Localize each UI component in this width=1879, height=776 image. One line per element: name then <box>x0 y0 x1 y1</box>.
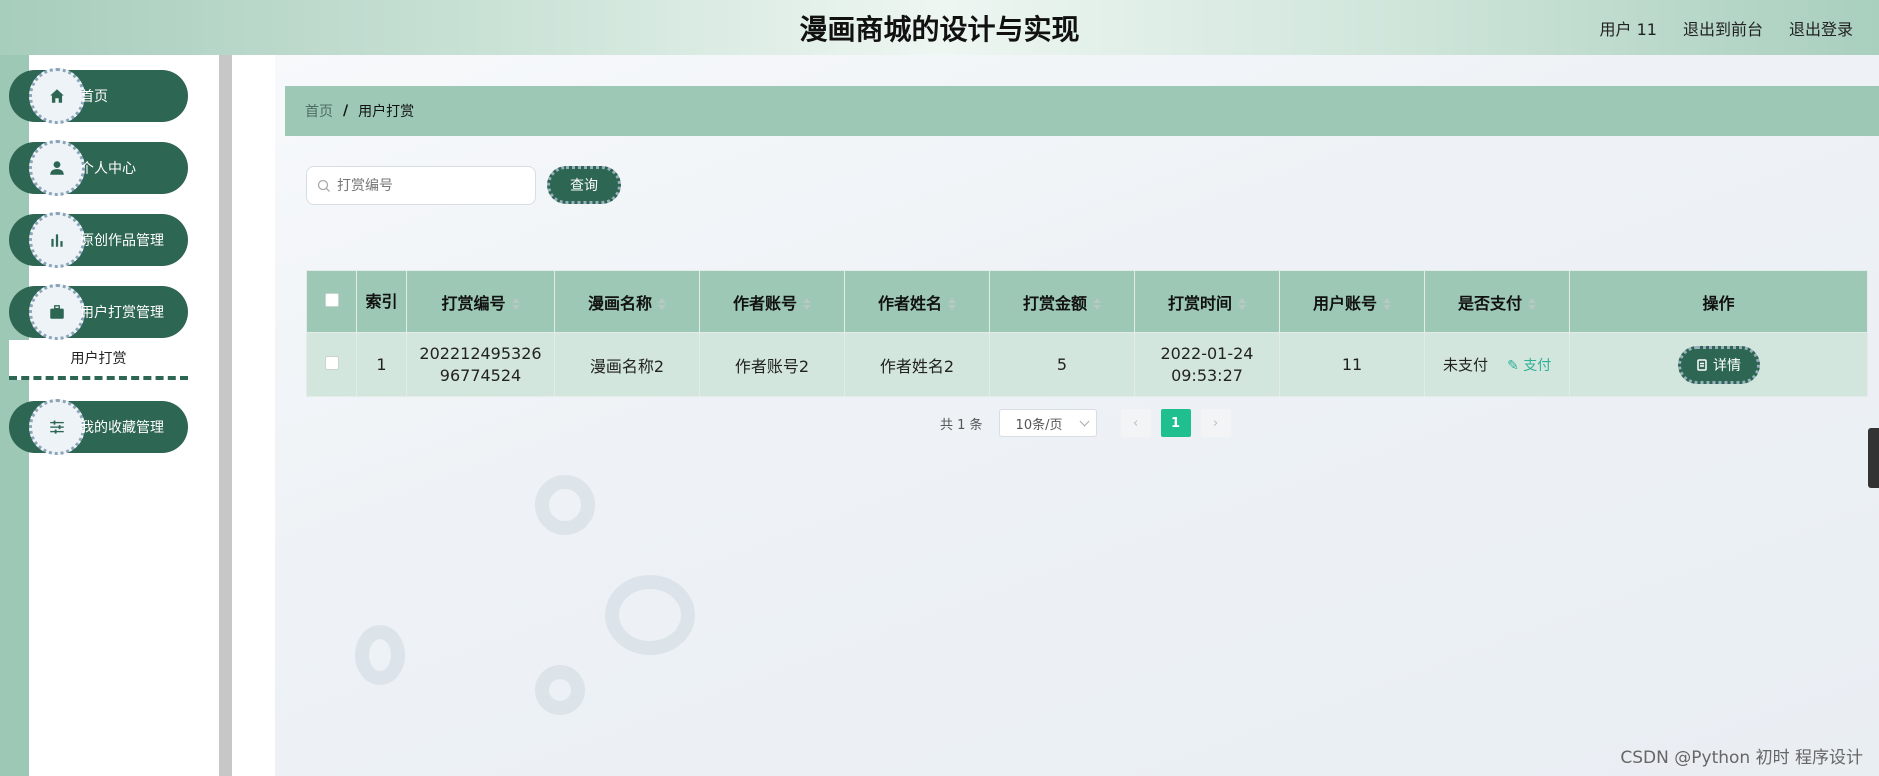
cell-author-name: 作者姓名2 <box>844 332 990 397</box>
briefcase-icon <box>29 284 85 340</box>
detail-button-label: 详情 <box>1713 357 1741 374</box>
breadcrumb-current: 用户打赏 <box>358 104 415 120</box>
table-header-row: 索引 打赏编号 漫画名称 作者账号 作者姓名 打赏金额 打赏时间 用户账号 是否… <box>306 270 1868 333</box>
cell-actions: 详情 <box>1569 332 1868 397</box>
decorative-ring <box>605 575 695 655</box>
row-select-cell <box>306 332 357 397</box>
sidebar-item-label: 用户打赏管理 <box>80 305 164 321</box>
current-user-label: 用户 11 <box>1599 20 1657 39</box>
top-header: 漫画商城的设计与实现 用户 11 退出到前台 退出登录 <box>0 0 1879 55</box>
sort-icon[interactable] <box>1528 298 1536 310</box>
sort-icon[interactable] <box>658 298 666 310</box>
search-button[interactable]: 查询 <box>547 166 621 204</box>
header-links: 用户 11 退出到前台 退出登录 <box>1600 16 1853 40</box>
pay-link-label: 支付 <box>1523 358 1552 374</box>
decorative-ring <box>355 625 405 685</box>
column-header-label: 打赏编号 <box>441 293 506 313</box>
breadcrumb: 首页 / 用户打赏 <box>285 86 1879 136</box>
sidebar-divider <box>219 55 232 776</box>
sort-icon[interactable] <box>511 298 520 310</box>
cell-paid-status: 未支付 ✎ 支付 <box>1424 332 1570 397</box>
sidebar-item-personal-center[interactable]: 个人中心 <box>9 140 188 196</box>
search-field[interactable] <box>306 166 536 205</box>
column-header-reward-time[interactable]: 打赏时间 <box>1134 270 1280 333</box>
cell-index: 1 <box>356 332 407 397</box>
home-icon <box>29 68 85 124</box>
pagination: 共 1 条 10条/页 ‹ 1 › <box>940 409 1231 437</box>
page-size-select[interactable]: 10条/页 <box>998 409 1097 437</box>
search-icon <box>317 179 330 192</box>
column-header-user-account[interactable]: 用户账号 <box>1279 270 1425 333</box>
detail-button[interactable]: 详情 <box>1677 345 1760 384</box>
sidebar-item-user-reward[interactable]: 用户打赏管理 <box>9 284 188 340</box>
column-header-label: 作者姓名 <box>877 293 942 313</box>
sidebar-item-label: 首页 <box>80 89 108 105</box>
column-header-amount[interactable]: 打赏金额 <box>989 270 1135 333</box>
sort-icon[interactable] <box>1383 298 1391 310</box>
column-header-label: 打赏金额 <box>1022 293 1087 313</box>
cell-author-account: 作者账号2 <box>699 332 845 397</box>
cell-reward-no: 20221249532696774524 <box>406 332 555 397</box>
column-header-label: 作者账号 <box>732 293 797 313</box>
column-header-actions: 操作 <box>1569 270 1868 333</box>
paid-status-text: 未支付 <box>1443 356 1489 374</box>
sidebar-item-original-works[interactable]: 原创作品管理 <box>9 212 188 268</box>
breadcrumb-separator: / <box>343 103 349 119</box>
sort-icon[interactable] <box>1238 298 1246 310</box>
table-row: 1 20221249532696774524 漫画名称2 作者账号2 作者姓名2… <box>306 332 1868 397</box>
select-all-header <box>306 270 357 333</box>
sidebar-item-home[interactable]: 首页 <box>9 68 188 124</box>
next-page-button[interactable]: › <box>1200 409 1231 437</box>
page-number-button[interactable]: 1 <box>1160 409 1191 437</box>
sort-icon[interactable] <box>803 298 811 310</box>
cell-comic-name: 漫画名称2 <box>554 332 700 397</box>
watermark: CSDN @Python 初时 程序设计 <box>1620 748 1863 768</box>
sort-icon[interactable] <box>948 298 956 310</box>
column-header-comic-name[interactable]: 漫画名称 <box>554 270 700 333</box>
decorative-ring <box>535 665 585 715</box>
column-header-paid-status[interactable]: 是否支付 <box>1424 270 1570 333</box>
column-header-reward-no[interactable]: 打赏编号 <box>406 270 555 333</box>
sliders-icon <box>29 399 85 455</box>
column-header-author-account[interactable]: 作者账号 <box>699 270 845 333</box>
chevron-left-icon: ‹ <box>1132 415 1139 431</box>
decorative-ring <box>535 475 595 535</box>
column-header-index: 索引 <box>356 270 407 333</box>
prev-page-button[interactable]: ‹ <box>1120 409 1151 437</box>
pay-link[interactable]: ✎ 支付 <box>1507 358 1551 374</box>
chevron-right-icon: › <box>1212 415 1219 431</box>
breadcrumb-home[interactable]: 首页 <box>305 101 333 121</box>
edit-icon: ✎ <box>1507 358 1519 374</box>
row-checkbox[interactable] <box>324 356 339 370</box>
sidebar-item-favorites[interactable]: 我的收藏管理 <box>9 399 188 455</box>
sidebar-item-label: 原创作品管理 <box>80 233 164 249</box>
pagination-total: 共 1 条 <box>940 417 983 433</box>
page-size-value: 10条/页 <box>1015 417 1063 433</box>
user-icon <box>29 140 85 196</box>
cell-user-account: 11 <box>1279 332 1425 397</box>
column-header-label: 打赏时间 <box>1167 293 1232 313</box>
chevron-down-icon <box>1079 416 1089 427</box>
select-all-checkbox[interactable] <box>324 293 339 307</box>
search-input[interactable] <box>337 177 527 194</box>
cell-reward-time: 2022-01-24 09:53:27 <box>1134 332 1280 397</box>
cell-amount: 5 <box>989 332 1135 397</box>
document-icon <box>1697 358 1707 371</box>
scrollbar-handle[interactable] <box>1868 428 1879 488</box>
reward-table: 索引 打赏编号 漫画名称 作者账号 作者姓名 打赏金额 打赏时间 用户账号 是否… <box>306 270 1868 397</box>
exit-to-front-link[interactable]: 退出到前台 <box>1683 16 1763 40</box>
sort-icon[interactable] <box>1093 298 1101 310</box>
submenu-item-user-reward[interactable]: 用户打赏 <box>9 340 188 380</box>
bar-chart-icon <box>29 212 85 268</box>
logout-link[interactable]: 退出登录 <box>1789 16 1853 40</box>
column-header-label: 漫画名称 <box>587 293 652 313</box>
sidebar-item-label: 我的收藏管理 <box>80 420 164 436</box>
column-header-label: 用户账号 <box>1312 293 1377 313</box>
app-title: 漫画商城的设计与实现 <box>799 13 1080 46</box>
column-header-label: 是否支付 <box>1457 293 1522 313</box>
column-header-author-name[interactable]: 作者姓名 <box>844 270 990 333</box>
sidebar-item-label: 个人中心 <box>80 161 136 177</box>
